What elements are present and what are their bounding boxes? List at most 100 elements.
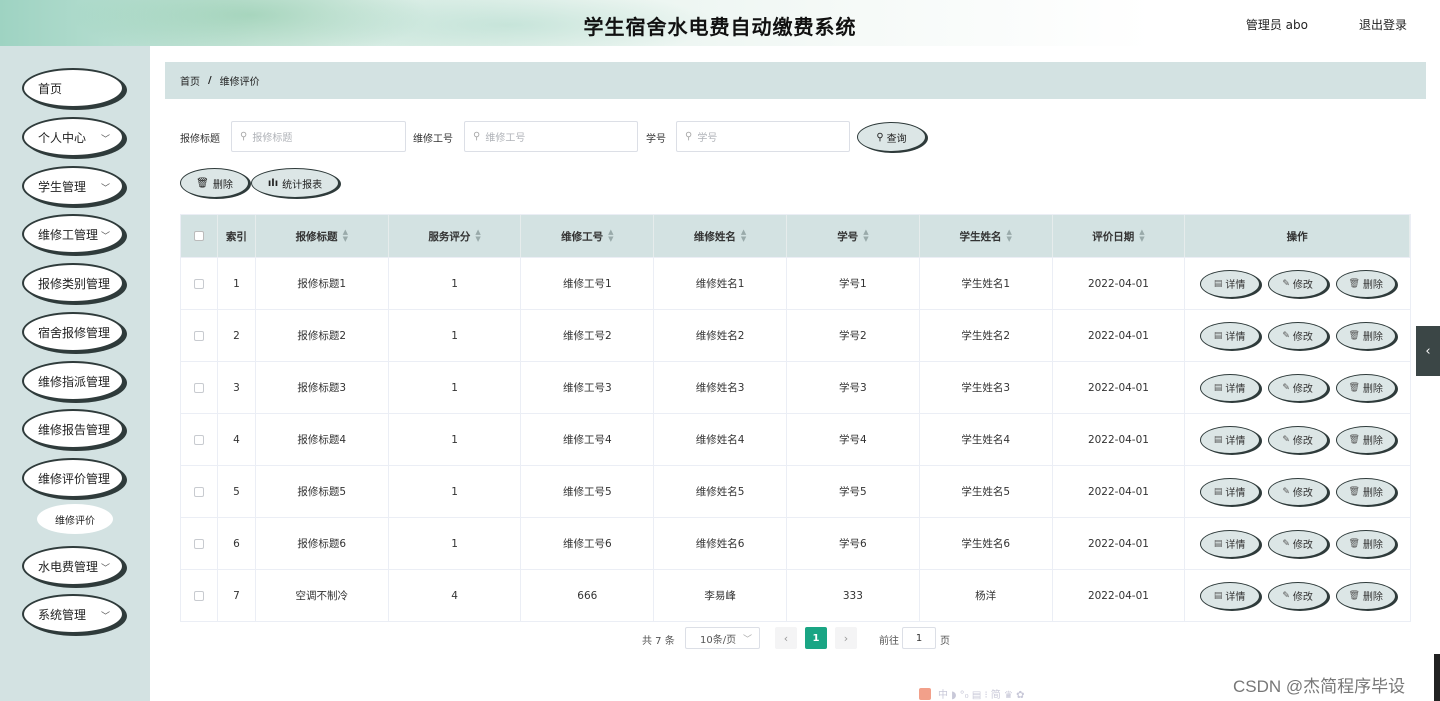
sidebar-subitem-repair-review[interactable]: 维修评价 (37, 504, 113, 534)
row-checkbox[interactable] (193, 330, 204, 341)
breadcrumb-home[interactable]: 首页 (180, 73, 200, 88)
cell-student-id: 333 (787, 570, 920, 621)
column-header[interactable]: 学号 ▲ ▼ (787, 215, 920, 257)
sort-icon[interactable]: ▲ ▼ (475, 229, 480, 243)
cell-student-name: 学生姓名2 (920, 310, 1053, 361)
sidebar-item-utility-fee[interactable]: 水电费管理 ﹀ (22, 546, 124, 586)
row-checkbox[interactable] (193, 278, 204, 289)
chevron-left-icon: ‹ (1425, 343, 1431, 359)
sidebar-item-dorm-repair[interactable]: 宿舍报修管理 (22, 312, 124, 352)
cell-date: 2022-04-01 (1053, 466, 1186, 517)
column-header[interactable]: 评价日期 ▲ ▼ (1053, 215, 1186, 257)
column-header[interactable]: 维修姓名 ▲ ▼ (654, 215, 787, 257)
cell-worker-id: 维修工号2 (521, 310, 655, 361)
page-size-select[interactable]: 10条/页 ﹀ (685, 627, 760, 649)
data-table: 索引 报修标题 ▲ ▼ 服务评分 ▲ ▼ 维修工号 ▲ ▼ 维修姓名 ▲ ▼ 学号 ▲ ▼ 学生姓名… (180, 214, 1411, 622)
sidebar-item-label: 学生管理 (38, 179, 87, 194)
select-all-checkbox[interactable] (193, 231, 204, 241)
edit-button[interactable]: ✎ 修改 (1267, 581, 1328, 610)
cell-worker-id: 维修工号5 (521, 466, 655, 517)
search-label-student-id: 学号 (646, 134, 666, 145)
delete-button[interactable]: 🗑 删除 (1335, 321, 1396, 350)
row-checkbox[interactable] (193, 590, 204, 601)
next-page-button[interactable]: › (835, 627, 857, 649)
prev-page-button[interactable]: ‹ (775, 627, 797, 649)
column-header-label: 服务评分 (428, 230, 471, 243)
sidebar-item-label: 维修工管理 (38, 227, 99, 242)
edit-button[interactable]: ✎ 修改 (1267, 269, 1328, 298)
sidebar-item-student-management[interactable]: 学生管理 ﹀ (22, 166, 124, 206)
sidebar-item-repair-assign[interactable]: 维修指派管理 (22, 361, 124, 401)
search-input-worker-id[interactable]: ⚲ 维修工号 (464, 121, 638, 152)
row-checkbox[interactable] (193, 434, 204, 445)
edit-button[interactable]: ✎ 修改 (1267, 373, 1328, 402)
sort-icon[interactable]: ▲ ▼ (741, 229, 746, 243)
table-header: 索引 报修标题 ▲ ▼ 服务评分 ▲ ▼ 维修工号 ▲ ▼ 维修姓名 ▲ ▼ 学号 ▲ ▼ 学生姓名… (181, 215, 1410, 257)
sort-icon[interactable]: ▲ ▼ (1139, 229, 1144, 243)
cell-score: 1 (389, 362, 522, 413)
collapse-panel-tab[interactable]: ‹ (1416, 326, 1440, 376)
detail-button[interactable]: ▤ 详情 (1199, 321, 1260, 350)
cell-student-id: 学号5 (787, 466, 920, 517)
logout-link[interactable]: 退出登录 (1359, 16, 1407, 33)
search-input-title[interactable]: ⚲ 报修标题 (231, 121, 406, 152)
sidebar-item-label: 维修报告管理 (38, 422, 111, 437)
sidebar-item-repair-report[interactable]: 维修报告管理 (22, 409, 124, 449)
sidebar-item-repair-review[interactable]: 维修评价管理 (22, 458, 124, 498)
edit-button[interactable]: ✎ 修改 (1267, 529, 1328, 558)
search-input-student-id[interactable]: ⚲ 学号 (676, 121, 850, 152)
column-header-label: 学生姓名 (959, 230, 1002, 243)
detail-button[interactable]: ▤ 详情 (1199, 373, 1260, 402)
sidebar-item-system[interactable]: 系统管理 ﹀ (22, 594, 124, 634)
row-checkbox-cell (181, 362, 218, 413)
edit-button[interactable]: ✎ 修改 (1267, 425, 1328, 454)
delete-button[interactable]: 🗑 删除 (1335, 373, 1396, 402)
edit-button[interactable]: ✎ 修改 (1267, 477, 1328, 506)
goto-page-input[interactable]: 1 (902, 627, 936, 649)
table-row: 6 报修标题6 1 维修工号6 维修姓名6 学号6 学生姓名6 2022-04-01 ▤ 详情 ✎ 修… (181, 517, 1410, 569)
row-checkbox[interactable] (193, 382, 204, 393)
detail-button[interactable]: ▤ 详情 (1199, 477, 1260, 506)
button-label: 删除 (1362, 488, 1383, 499)
sidebar-item-personal-center[interactable]: 个人中心 ﹀ (22, 117, 124, 157)
sidebar-item-worker-management[interactable]: 维修工管理 ﹀ (22, 214, 124, 254)
sort-icon[interactable]: ▲ ▼ (863, 229, 868, 243)
page-number-current[interactable]: 1 (805, 627, 827, 649)
edit-button[interactable]: ✎ 修改 (1267, 321, 1328, 350)
query-button[interactable]: ⚲ 查询 (857, 122, 926, 152)
detail-button[interactable]: ▤ 详情 (1199, 529, 1260, 558)
cell-repair-title: 报修标题6 (256, 518, 389, 569)
pencil-icon: ✎ (1282, 278, 1290, 289)
trash-icon: 🗑 (1348, 330, 1360, 341)
cell-student-name: 学生姓名3 (920, 362, 1053, 413)
sidebar-item-home[interactable]: 首页 (22, 68, 124, 108)
delete-button[interactable]: 🗑 删除 (1335, 425, 1396, 454)
delete-button[interactable]: 🗑 删除 (1335, 529, 1396, 558)
column-header[interactable]: 维修工号 ▲ ▼ (521, 215, 655, 257)
table-row: 3 报修标题3 1 维修工号3 维修姓名3 学号3 学生姓名3 2022-04-01 ▤ 详情 ✎ 修… (181, 361, 1410, 413)
column-header[interactable]: 服务评分 ▲ ▼ (389, 215, 522, 257)
chevron-down-icon: ﹀ (100, 612, 110, 622)
breadcrumb-current: 维修评价 (219, 77, 260, 88)
column-header[interactable]: 报修标题 ▲ ▼ (256, 215, 389, 257)
bulk-delete-button[interactable]: 🗑 删除 (180, 168, 249, 198)
delete-button[interactable]: 🗑 删除 (1335, 269, 1396, 298)
delete-button[interactable]: 🗑 删除 (1335, 477, 1396, 506)
cell-date: 2022-04-01 (1053, 570, 1186, 621)
statistics-report-button[interactable]: ılı 统计报表 (251, 168, 339, 198)
sort-icon[interactable]: ▲ ▼ (1006, 229, 1011, 243)
row-checkbox[interactable] (193, 538, 204, 549)
sort-icon[interactable]: ▲ ▼ (608, 229, 613, 243)
column-header[interactable]: 学生姓名 ▲ ▼ (920, 215, 1053, 257)
detail-button[interactable]: ▤ 详情 (1199, 269, 1260, 298)
page-size-value: 10条/页 (700, 634, 737, 646)
detail-button[interactable]: ▤ 详情 (1199, 425, 1260, 454)
sort-icon[interactable]: ▲ ▼ (343, 229, 348, 243)
table-body: 1 报修标题1 1 维修工号1 维修姓名1 学号1 学生姓名1 2022-04-01 ▤ 详情 ✎ 修… (181, 257, 1410, 621)
row-checkbox[interactable] (193, 486, 204, 497)
ime-toolbar: 中 ◗ °₀ ▤ ⁝ 简 ♛ ✿ (919, 686, 1025, 701)
sidebar-item-repair-category[interactable]: 报修类别管理 (22, 263, 124, 303)
button-label: 统计报表 (282, 179, 323, 191)
detail-button[interactable]: ▤ 详情 (1199, 581, 1260, 610)
delete-button[interactable]: 🗑 删除 (1335, 581, 1396, 610)
